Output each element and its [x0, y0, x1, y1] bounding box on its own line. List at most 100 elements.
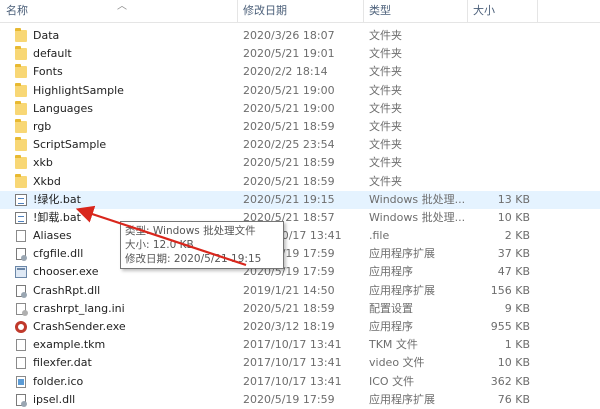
file-date: 2017/10/17 13:41 — [243, 374, 342, 388]
file-name: rgb — [33, 119, 52, 133]
file-name: CrashSender.exe — [33, 320, 126, 333]
file-type: 文件夹 — [369, 29, 402, 42]
file-row[interactable]: xkb 2020/5/21 18:59 文件夹 — [0, 154, 600, 172]
file-info-tooltip: 类型: Windows 批处理文件 大小: 12.0 KB 修改日期: 2020… — [120, 221, 284, 269]
file-date: 2020/3/12 18:19 — [243, 320, 335, 333]
file-type: 文件夹 — [369, 101, 402, 115]
file-size: 47 KB — [497, 265, 530, 279]
column-header-name[interactable]: 名称 — [0, 0, 237, 22]
bat-icon — [15, 193, 27, 206]
ini-icon — [16, 302, 28, 316]
file-row[interactable]: Languages 2020/5/21 19:00 文件夹 — [0, 100, 600, 118]
file-row[interactable]: filexfer.dat 2017/10/17 13:41 video 文件 10 K… — [0, 354, 600, 372]
folder-icon — [15, 155, 27, 170]
file-row[interactable]: cfgfile.dll 2020/5/19 17:59 应用程序扩展 37 KB — [0, 245, 600, 263]
file-icon — [16, 339, 26, 352]
file-size: 13 KB — [497, 192, 530, 206]
file-list: Data 2020/3/26 18:07 文件夹 default 2020/5/21 1… — [0, 27, 600, 409]
file-row[interactable]: Fonts 2020/2/2 18:14 文件夹 — [0, 63, 600, 81]
file-type: 应用程序扩展 — [369, 247, 435, 261]
file-name: xkb — [33, 156, 53, 170]
column-header-size[interactable]: 大小 — [467, 0, 537, 22]
file-name: chooser.exe — [33, 265, 99, 279]
folder-icon — [15, 118, 27, 133]
file-size: 1 KB — [504, 338, 530, 352]
file-date: 2020/5/21 18:59 — [243, 156, 335, 170]
file-row[interactable]: Data 2020/3/26 18:07 文件夹 — [0, 27, 600, 45]
file-date: 2020/5/19 17:59 — [243, 392, 335, 406]
file-size: 156 KB — [490, 283, 530, 297]
file-name: default — [33, 47, 72, 61]
file-date: 2017/10/17 13:41 — [243, 356, 342, 370]
sender-icon — [15, 321, 27, 333]
file-type: 文件夹 — [369, 138, 402, 152]
file-row[interactable]: chooser.exe 2020/5/19 17:59 应用程序 47 KB — [0, 263, 600, 281]
file-type: 文件夹 — [369, 156, 402, 170]
tooltip-size: 大小: 12.0 KB — [125, 239, 194, 251]
tooltip-modified: 修改日期: 2020/5/21 19:15 — [125, 253, 262, 265]
file-size: 955 KB — [490, 320, 530, 333]
folder-icon — [15, 82, 27, 97]
file-type: 文件夹 — [369, 47, 402, 61]
file-name: Languages — [33, 101, 94, 115]
file-row[interactable]: folder.ico 2017/10/17 13:41 ICO 文件 362 KB — [0, 373, 600, 391]
file-row[interactable]: ScriptSample 2020/2/25 23:54 文件夹 — [0, 136, 600, 154]
file-row[interactable]: ipsel.dll 2020/5/19 17:59 应用程序扩展 76 KB — [0, 391, 600, 409]
file-size: 37 KB — [497, 247, 530, 261]
file-name: Xkbd — [33, 174, 61, 188]
dll-icon — [16, 248, 27, 262]
column-header-type[interactable]: 类型 — [363, 0, 467, 22]
file-date: 2020/2/25 23:54 — [243, 138, 335, 152]
file-row[interactable]: CrashSender.exe 2020/3/12 18:19 应用程序 955 KB — [0, 318, 600, 336]
file-type: 文件夹 — [369, 174, 402, 188]
file-name: !卸载.bat — [33, 210, 81, 224]
file-row[interactable]: example.tkm 2017/10/17 13:41 TKM 文件 1 KB — [0, 336, 600, 354]
file-size: 2 KB — [504, 229, 530, 243]
file-type: Windows 批处理... — [369, 210, 466, 224]
file-row[interactable]: rgb 2020/5/21 18:59 文件夹 — [0, 118, 600, 136]
file-name: !绿化.bat — [33, 192, 81, 206]
file-row[interactable]: CrashRpt.dll 2019/1/21 14:50 应用程序扩展 156 KB — [0, 282, 600, 300]
dll-icon — [16, 284, 27, 298]
file-type: 文件夹 — [369, 119, 402, 133]
folder-icon — [15, 46, 27, 61]
file-date: 2020/5/21 19:01 — [243, 47, 335, 61]
file-type: 文件夹 — [369, 83, 402, 97]
column-divider[interactable] — [537, 0, 538, 22]
folder-icon — [15, 28, 27, 42]
file-date: 2017/10/17 13:41 — [243, 338, 342, 352]
file-icon — [16, 230, 26, 243]
folder-icon — [15, 64, 27, 79]
file-row[interactable]: crashrpt_lang.ini 2020/5/21 18:59 配置设置 9 KB — [0, 300, 600, 318]
file-row[interactable]: Aliases 2017/10/17 13:41 .file 2 KB — [0, 227, 600, 245]
column-header-date[interactable]: 修改日期 — [237, 0, 363, 22]
file-date: 2020/3/26 18:07 — [243, 29, 335, 42]
file-name: folder.ico — [33, 374, 84, 388]
file-type: ICO 文件 — [369, 374, 415, 388]
file-date: 2020/5/21 19:00 — [243, 101, 335, 115]
file-type: video 文件 — [369, 356, 425, 370]
file-row[interactable]: !卸载.bat 2020/5/21 18:57 Windows 批处理... 10 K… — [0, 209, 600, 227]
file-type: 应用程序 — [369, 320, 413, 333]
file-icon — [16, 357, 26, 370]
file-size: 10 KB — [497, 210, 530, 224]
file-type: 文件夹 — [369, 65, 402, 79]
file-name: ScriptSample — [33, 138, 107, 152]
file-type: 应用程序扩展 — [369, 283, 435, 297]
file-date: 2020/5/21 18:59 — [243, 174, 335, 188]
file-type: 应用程序扩展 — [369, 392, 435, 406]
exe-icon — [15, 266, 27, 279]
file-row[interactable]: HighlightSample 2020/5/21 19:00 文件夹 — [0, 82, 600, 100]
file-row[interactable]: Xkbd 2020/5/21 18:59 文件夹 — [0, 173, 600, 191]
column-header-bar: ︿ 名称 修改日期 类型 大小 — [0, 0, 600, 23]
file-row[interactable]: default 2020/5/21 19:01 文件夹 — [0, 45, 600, 63]
file-name: HighlightSample — [33, 83, 124, 97]
file-name: crashrpt_lang.ini — [33, 301, 125, 315]
file-size: 76 KB — [497, 392, 530, 406]
file-type: TKM 文件 — [369, 338, 418, 352]
file-size: 10 KB — [497, 356, 530, 370]
file-date: 2020/5/21 18:59 — [243, 119, 335, 133]
file-type: 应用程序 — [369, 265, 413, 279]
file-row[interactable]: !绿化.bat 2020/5/21 19:15 Windows 批处理... 13 K… — [0, 190, 600, 209]
folder-icon — [15, 137, 27, 152]
